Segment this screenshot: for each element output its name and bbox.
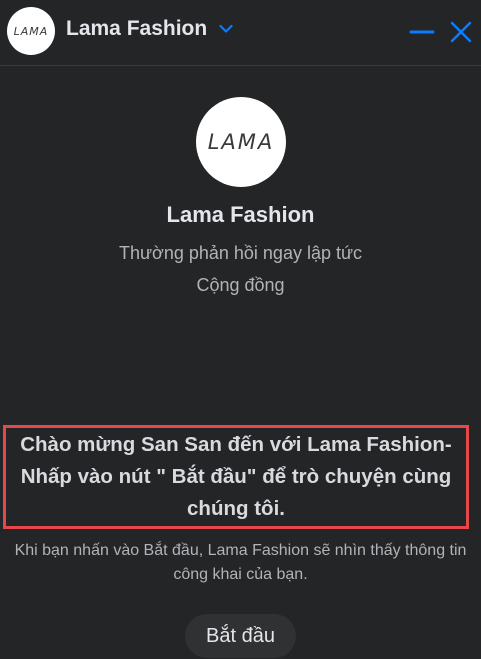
welcome-message: Chào mừng San San đến với Lama Fashion- … — [20, 433, 452, 520]
chat-header: LAMA Lama Fashion — [0, 0, 481, 66]
header-avatar[interactable]: LAMA — [7, 7, 55, 55]
response-time-text: Thường phản hồi ngay lập tức — [118, 243, 363, 263]
welcome-message-box: Chào mừng San San đến với Lama Fashion- … — [3, 425, 469, 529]
header-avatar-logo-text: LAMA — [13, 24, 49, 38]
page-category-text: Cộng đồng — [196, 275, 285, 295]
profile-avatar[interactable]: LAMA — [196, 97, 286, 187]
chevron-down-icon — [219, 24, 233, 33]
header-title-dropdown[interactable]: Lama Fashion — [66, 17, 233, 41]
start-button[interactable]: Bắt đầu — [185, 614, 296, 658]
profile-avatar-logo-text: LAMA — [207, 130, 275, 154]
close-icon[interactable] — [447, 18, 475, 46]
profile-name[interactable]: Lama Fashion — [0, 202, 481, 228]
minimize-icon[interactable] — [408, 18, 436, 46]
privacy-disclaimer: Khi bạn nhấn vào Bắt đầu, Lama Fashion s… — [14, 542, 467, 583]
header-title: Lama Fashion — [66, 17, 208, 40]
chat-window: LAMA Lama Fashion LAMA Lama Fashion Thườ… — [0, 0, 481, 659]
